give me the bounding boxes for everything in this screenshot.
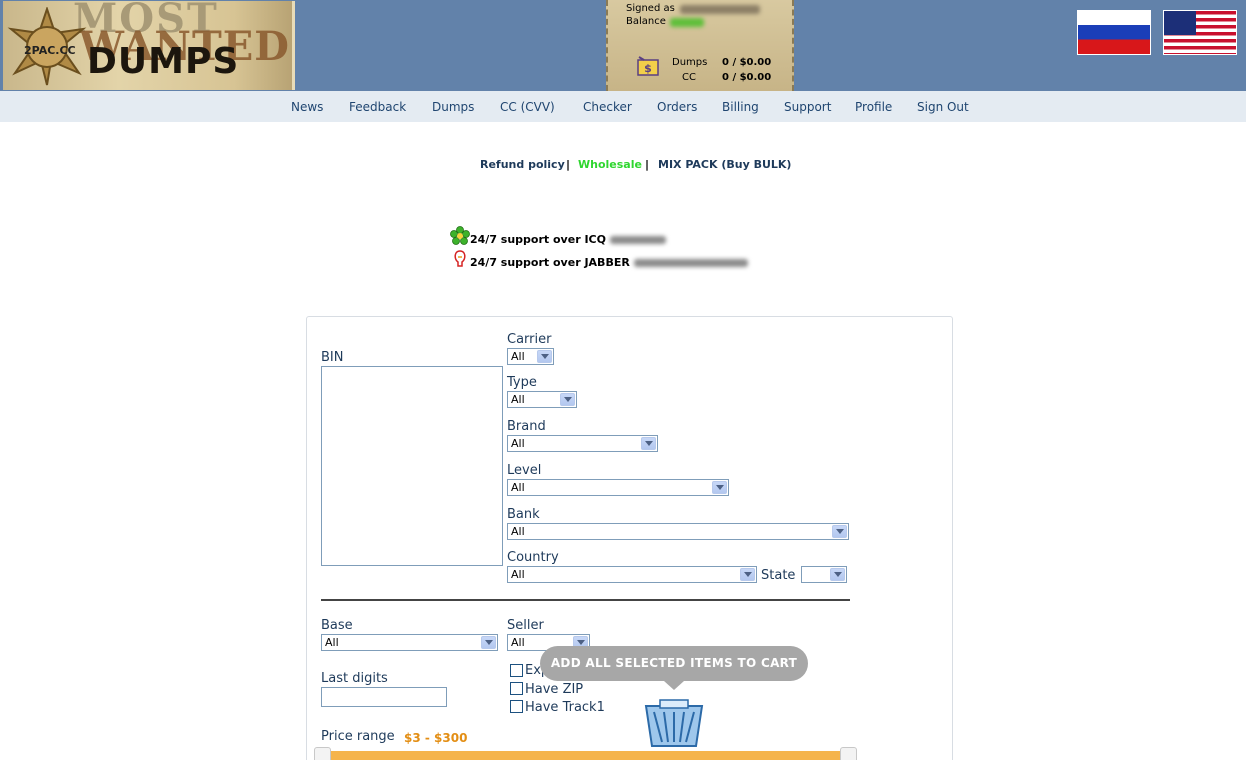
section-divider <box>321 599 850 601</box>
state-label: State <box>761 568 796 583</box>
country-selected: All <box>511 568 525 581</box>
chevron-down-icon <box>832 525 847 538</box>
link-separator: | <box>645 158 650 171</box>
main-nav: News Feedback Dumps CC (CVV) Checker Ord… <box>0 91 1246 122</box>
search-filter-panel: BIN Carrier All Type All Brand All Level… <box>306 316 953 760</box>
wholesale-link[interactable]: Wholesale <box>578 158 642 171</box>
nav-sign-out[interactable]: Sign Out <box>917 100 969 114</box>
carrier-select[interactable]: All <box>507 348 554 365</box>
chevron-down-icon <box>481 636 496 649</box>
nav-support[interactable]: Support <box>784 100 831 114</box>
price-slider-max-handle[interactable] <box>840 747 857 760</box>
jabber-support-text: 24/7 support over JABBER <box>470 256 630 269</box>
dumps-count-label: Dumps <box>672 57 708 68</box>
balance-redacted <box>670 18 704 27</box>
type-selected: All <box>511 393 525 406</box>
brand-label: Brand <box>507 419 546 434</box>
have-zip-checkbox[interactable] <box>510 682 523 695</box>
carrier-label: Carrier <box>507 332 552 347</box>
seller-label: Seller <box>507 618 544 633</box>
us-flag-icon[interactable] <box>1163 10 1237 55</box>
cc-count-label: CC <box>682 72 696 83</box>
link-separator: | <box>566 158 571 171</box>
brand-selected: All <box>511 437 525 450</box>
last-digits-input[interactable] <box>321 687 447 707</box>
last-digits-label: Last digits <box>321 671 388 686</box>
dumps-count-value: 0 / $0.00 <box>722 57 772 68</box>
icq-flower-icon <box>450 226 470 245</box>
have-track1-checkbox[interactable] <box>510 700 523 713</box>
bank-label: Bank <box>507 507 540 522</box>
chevron-down-icon <box>830 568 845 581</box>
brand-select[interactable]: All <box>507 435 658 452</box>
level-label: Level <box>507 463 542 478</box>
shopping-cart-icon[interactable] <box>640 698 708 748</box>
bank-selected: All <box>511 525 525 538</box>
country-label: Country <box>507 550 559 565</box>
site-logo[interactable]: MOST WANTED DUMPS 2PAC.CC <box>3 0 295 90</box>
base-label: Base <box>321 618 353 633</box>
chevron-down-icon <box>537 350 552 363</box>
icq-support-text: 24/7 support over ICQ <box>470 233 606 246</box>
bin-label: BIN <box>321 350 344 365</box>
mix-pack-link[interactable]: MIX PACK (Buy BULK) <box>658 158 791 171</box>
expire-this-month-checkbox[interactable] <box>510 664 523 677</box>
type-select[interactable]: All <box>507 391 577 408</box>
chevron-down-icon <box>641 437 656 450</box>
nav-orders[interactable]: Orders <box>657 100 697 114</box>
badge-label: 2PAC.CC <box>24 44 76 57</box>
header: MOST WANTED DUMPS 2PAC.CC Signed as Bala… <box>0 0 1246 91</box>
base-selected: All <box>325 636 339 649</box>
base-select[interactable]: All <box>321 634 498 651</box>
icq-number-redacted <box>609 236 666 244</box>
cart-dollar-icon: $ <box>636 54 662 78</box>
country-select[interactable]: All <box>507 566 757 583</box>
have-zip-label: Have ZIP <box>525 682 584 697</box>
price-range-value: $3 - $300 <box>404 731 468 745</box>
sheriff-badge-icon: 2PAC.CC <box>7 5 87 87</box>
price-slider-min-handle[interactable] <box>314 747 331 760</box>
signed-as-label: Signed as <box>626 3 675 14</box>
bin-textarea[interactable] <box>321 366 503 566</box>
chevron-down-icon <box>560 393 575 406</box>
jabber-support: 24/7 support over JABBER <box>450 249 748 269</box>
add-to-cart-tooltip: ADD ALL SELECTED ITEMS TO CART <box>540 646 808 690</box>
price-range-label: Price range <box>321 729 395 744</box>
jabber-bulb-icon <box>454 250 466 267</box>
level-select[interactable]: All <box>507 479 729 496</box>
jabber-address-redacted <box>633 259 748 267</box>
seller-selected: All <box>511 636 525 649</box>
nav-news[interactable]: News <box>291 100 323 114</box>
chevron-down-icon <box>712 481 727 494</box>
state-select[interactable] <box>801 566 847 583</box>
logo-word-dumps: DUMPS <box>87 41 240 82</box>
balance-label: Balance <box>626 16 666 27</box>
nav-billing[interactable]: Billing <box>722 100 759 114</box>
level-selected: All <box>511 481 525 494</box>
chevron-down-icon <box>740 568 755 581</box>
refund-policy-link[interactable]: Refund policy <box>480 158 565 171</box>
svg-text:$: $ <box>644 62 652 75</box>
nav-profile[interactable]: Profile <box>855 100 892 114</box>
nav-checker[interactable]: Checker <box>583 100 632 114</box>
user-panel: Signed as Balance $ Dumps 0 / $0.00 CC 0… <box>606 0 794 91</box>
price-range-slider[interactable] <box>321 751 847 760</box>
icq-support: 24/7 support over ICQ <box>450 226 666 246</box>
nav-dumps[interactable]: Dumps <box>432 100 474 114</box>
carrier-selected: All <box>511 350 525 363</box>
username-redacted <box>680 5 760 14</box>
type-label: Type <box>507 375 537 390</box>
nav-feedback[interactable]: Feedback <box>349 100 406 114</box>
nav-cc-cvv[interactable]: CC (CVV) <box>500 100 555 114</box>
bank-select[interactable]: All <box>507 523 849 540</box>
have-track1-label: Have Track1 <box>525 700 605 715</box>
cc-count-value: 0 / $0.00 <box>722 72 772 83</box>
russian-flag-icon[interactable] <box>1077 10 1151 55</box>
